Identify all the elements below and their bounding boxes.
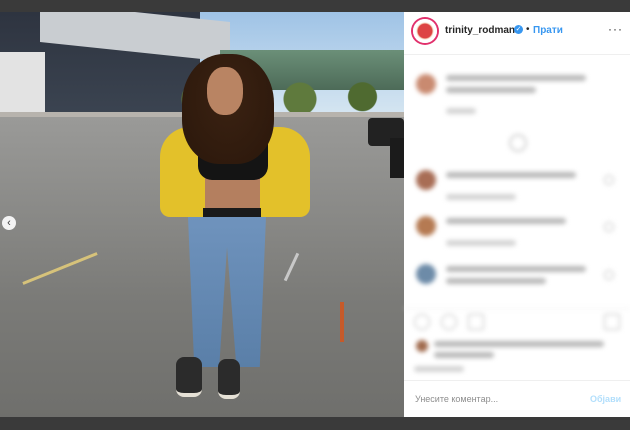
window-bottom-bar	[0, 417, 630, 430]
comment-meta	[446, 194, 516, 200]
road-marking	[340, 302, 344, 342]
post-sidebar: trinity_rodman ✓ • Прати ··· Унесите ком…	[404, 12, 630, 417]
comment-text	[446, 172, 576, 178]
bookmark-icon[interactable]	[604, 314, 620, 330]
comment-text	[446, 87, 536, 93]
check-badge-icon: ✓	[514, 25, 523, 34]
comment-form: Унесите коментар... Објави	[404, 380, 630, 418]
username-link[interactable]: trinity_rodman	[445, 25, 515, 36]
comment-avatar	[416, 216, 436, 236]
person-shoe	[218, 359, 240, 399]
liker-avatar	[416, 340, 428, 352]
comment-avatar	[416, 74, 436, 94]
chevron-left-icon: ‹	[7, 217, 11, 229]
post-header: trinity_rodman ✓ • Прати ···	[404, 12, 630, 55]
comment-meta	[446, 240, 516, 246]
comment-icon[interactable]	[441, 314, 457, 330]
ellipsis-icon[interactable]: ···	[608, 22, 623, 36]
post-comment-button[interactable]: Објави	[590, 394, 621, 404]
comment-text	[446, 266, 586, 272]
share-icon[interactable]	[468, 314, 484, 330]
heart-icon[interactable]	[604, 222, 614, 232]
like-icon[interactable]	[414, 314, 430, 330]
person-shoe	[176, 357, 202, 397]
loading-spinner-icon	[509, 134, 527, 152]
likes-text	[434, 352, 494, 358]
comment-meta	[446, 108, 476, 114]
person-belt	[203, 208, 261, 218]
avatar[interactable]	[413, 19, 437, 43]
comment-avatar	[416, 264, 436, 284]
heart-icon[interactable]	[604, 175, 614, 185]
comment-input[interactable]: Унесите коментар...	[415, 394, 498, 404]
comment-text	[446, 75, 586, 81]
previous-photo-button[interactable]: ‹	[2, 216, 16, 230]
person-face	[207, 67, 243, 115]
heart-icon[interactable]	[604, 270, 614, 280]
comment-text	[446, 278, 546, 284]
post-date	[414, 366, 464, 372]
post-photo[interactable]: ‹	[0, 12, 404, 417]
separator-dot: •	[526, 24, 530, 35]
likes-text	[434, 341, 604, 347]
photo-sign	[390, 138, 404, 178]
window-top-bar	[0, 0, 630, 12]
comment-avatar	[416, 170, 436, 190]
comment-text	[446, 218, 566, 224]
action-bar	[404, 308, 630, 333]
follow-button[interactable]: Прати	[533, 25, 563, 36]
